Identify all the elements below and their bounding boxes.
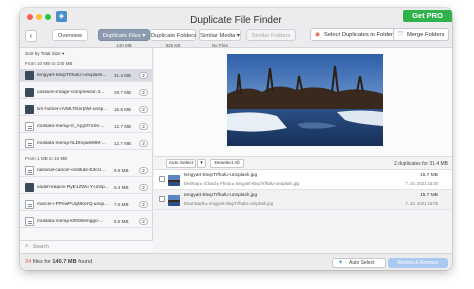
document-icon: [25, 217, 34, 226]
review-and-remove-button[interactable]: Review & Remove: [388, 258, 448, 268]
file-size: 12.7 MB: [114, 141, 132, 146]
duplicate-count-badge: 2: [139, 123, 148, 130]
image-preview-pane: [154, 48, 452, 156]
found-total-size: 140.7 MB: [52, 259, 77, 265]
duplicate-file-date: 7. 10. 2021 15:05: [405, 201, 438, 206]
wand-icon: ✦: [338, 260, 344, 266]
file-size: 29.7 MB: [114, 90, 132, 95]
table-row[interactable]: tengyart-k5vpTrfhalU-unsplash.jpg Deskto…: [154, 170, 452, 190]
list-item[interactable]: mostafa-meraji-G_Apj1FmSk-... 12.7 MB 2: [20, 120, 153, 133]
file-size: 8.4 MB: [114, 185, 129, 190]
status-bar: 34 files for 140.7 MB found ✦ Auto Selec…: [20, 253, 452, 270]
image-thumbnail-icon: [25, 88, 34, 97]
duplicate-count-badge: 2: [139, 218, 148, 225]
get-pro-button[interactable]: Get PRO: [403, 10, 452, 22]
deselect-all-button[interactable]: Deselect All: [210, 159, 244, 168]
select-checkbox[interactable]: [159, 196, 165, 202]
duplicate-file-path: Downloads ▸ tengyart-k5vpTrfhalU-unsplas…: [184, 201, 273, 206]
footer-auto-select-label: Auto Select: [349, 260, 375, 266]
tab-duplicate-files[interactable]: Duplicate Files ▾: [98, 29, 150, 41]
list-item[interactable]: tim-hufner-nVMLTEerpWI-unsp... 16.8 MB 2: [20, 103, 153, 116]
duplicate-count-badge: 2: [139, 89, 148, 96]
file-size: 31.4 MB: [114, 73, 132, 78]
merge-folders-label: Merge Folders: [407, 32, 445, 38]
file-size: 7.5 MB: [114, 202, 129, 207]
image-thumbnail-icon: [168, 194, 180, 206]
back-button[interactable]: ‹: [25, 30, 37, 42]
select-duplicates-label: Select Duplicates in Folder: [324, 32, 393, 38]
auto-select-button[interactable]: Auto Select: [166, 159, 196, 168]
selection-controls-bar: Auto Select ▾ Deselect All 2 duplicates …: [154, 156, 452, 170]
found-text-a: files for: [31, 259, 53, 265]
duplicate-count-badge: 2: [139, 106, 148, 113]
found-summary: 34 files for 140.7 MB found: [25, 259, 92, 265]
file-name: marcel-i-PPewPUqNKerQ-unsp...: [37, 202, 109, 207]
tab-similar-folders[interactable]: Similar Folders: [246, 29, 296, 41]
window-title: Duplicate File Finder: [190, 15, 282, 26]
duplicate-file-size: 15.7 MB: [420, 193, 438, 198]
duplicate-count-badge: 2: [139, 72, 148, 79]
duplicate-file-name: tengyart-k5vpTrfhalU-unsplash.jpg: [184, 193, 258, 198]
file-name: tim-hufner-nVMLTEerpWI-unsp...: [37, 107, 108, 112]
image-thumbnail-icon: [168, 174, 180, 186]
duplicate-count-badge: 2: [139, 184, 148, 191]
document-icon: [25, 139, 34, 148]
target-icon: ◉: [314, 32, 321, 38]
file-size: 12.7 MB: [114, 124, 132, 129]
search-icon: ⌕: [25, 243, 29, 249]
search-placeholder: Search: [33, 244, 49, 250]
file-size: 9.6 MB: [114, 168, 129, 173]
select-checkbox[interactable]: [159, 176, 165, 182]
sort-dropdown[interactable]: Sort by Total Size ▾: [25, 51, 64, 57]
duplicate-file-size: 15.7 MB: [420, 173, 438, 178]
duplicate-count-badge: 2: [139, 201, 148, 208]
file-name: mostafa-meraji-G_Apj1FmSk-...: [37, 124, 105, 129]
merge-icon: ⤧: [398, 32, 403, 38]
overview-tab[interactable]: Overview: [52, 29, 88, 41]
found-text-b: found: [76, 259, 93, 265]
table-row[interactable]: tengyart-k5vpTrfhalU-unsplash.jpg Downlo…: [154, 190, 452, 210]
duplicate-file-name: tengyart-k5vpTrfhalU-unsplash.jpg: [184, 173, 258, 178]
list-item[interactable]: marcel-i-PPewPUqNKerQ-unsp... 7.5 MB 2: [20, 198, 153, 211]
footer-auto-select-button[interactable]: ✦ Auto Select: [332, 258, 386, 268]
file-name: cassium-image-compressor-3...: [37, 90, 105, 95]
image-thumbnail-icon: [25, 71, 34, 80]
image-thumbnail-icon: [25, 183, 34, 192]
auto-select-menu-button[interactable]: ▾: [197, 159, 206, 168]
document-icon: [25, 122, 34, 131]
app-window: ◈ Duplicate File Finder Get PRO ‹ Overvi…: [20, 8, 452, 270]
duplicates-summary: 2 duplicates for 31.4 MB: [394, 161, 448, 167]
list-item[interactable]: mostafa-meraji-hLDIrqiuleMM-... 12.7 MB …: [20, 137, 153, 150]
list-item[interactable]: vadim-kaipov-RyE1ZWu Y-unsp... 8.4 MB 2: [20, 181, 153, 194]
chevron-left-icon: ‹: [29, 31, 33, 40]
duplicate-count-badge: 2: [139, 140, 148, 147]
duplicate-file-date: 7. 10. 2021 15:00: [405, 181, 438, 186]
list-item[interactable]: mostafa-meraji-k0fSWenggo-... 6.5 MB 2: [20, 215, 153, 228]
file-list-sidebar: Sort by Total Size ▾ From 10 MB to 100 M…: [20, 48, 153, 253]
document-icon: [25, 166, 34, 175]
search-input[interactable]: ⌕ Search: [20, 240, 153, 252]
group-header-1-10mb: From 1 MB to 10 MB: [25, 156, 68, 161]
list-item[interactable]: tengyart-k5vpTrfhalU-unsplash... 31.4 MB…: [20, 69, 153, 82]
select-duplicates-in-folder-button[interactable]: ◉ Select Duplicates in Folder: [310, 28, 398, 41]
file-name: vadim-kaipov-RyE1ZWu Y-unsp...: [37, 185, 109, 190]
tab-duplicate-folders[interactable]: Duplicate Folders: [150, 29, 196, 41]
merge-folders-button[interactable]: ⤧ Merge Folders: [393, 28, 450, 41]
image-thumbnail-icon: [25, 105, 34, 114]
duplicate-file-path: Desktop ▸ iCloud ▸ Photo ▸ tengyart-k5vp…: [184, 181, 300, 186]
preview-photo: [227, 54, 383, 146]
title-bar: ◈ Duplicate File Finder Get PRO ‹ Overvi…: [20, 8, 452, 48]
list-item[interactable]: national-cancer-institute-E3cU... 9.6 MB…: [20, 164, 153, 177]
file-name: mostafa-meraji-k0fSWenggo-...: [37, 219, 104, 224]
file-name: mostafa-meraji-hLDIrqiuleMM-...: [37, 141, 106, 146]
duplicate-count-badge: 2: [139, 167, 148, 174]
file-name: tengyart-k5vpTrfhalU-unsplash...: [37, 73, 107, 78]
file-name: national-cancer-institute-E3cU...: [37, 168, 106, 173]
file-size: 6.5 MB: [114, 219, 129, 224]
list-item[interactable]: cassium-image-compressor-3... 29.7 MB 2: [20, 86, 153, 99]
tab-similar-media[interactable]: Similar Media ▾: [199, 29, 241, 41]
file-size: 16.8 MB: [114, 107, 132, 112]
document-icon: [25, 200, 34, 209]
group-header-10-100mb: From 10 MB to 100 MB: [25, 61, 73, 66]
